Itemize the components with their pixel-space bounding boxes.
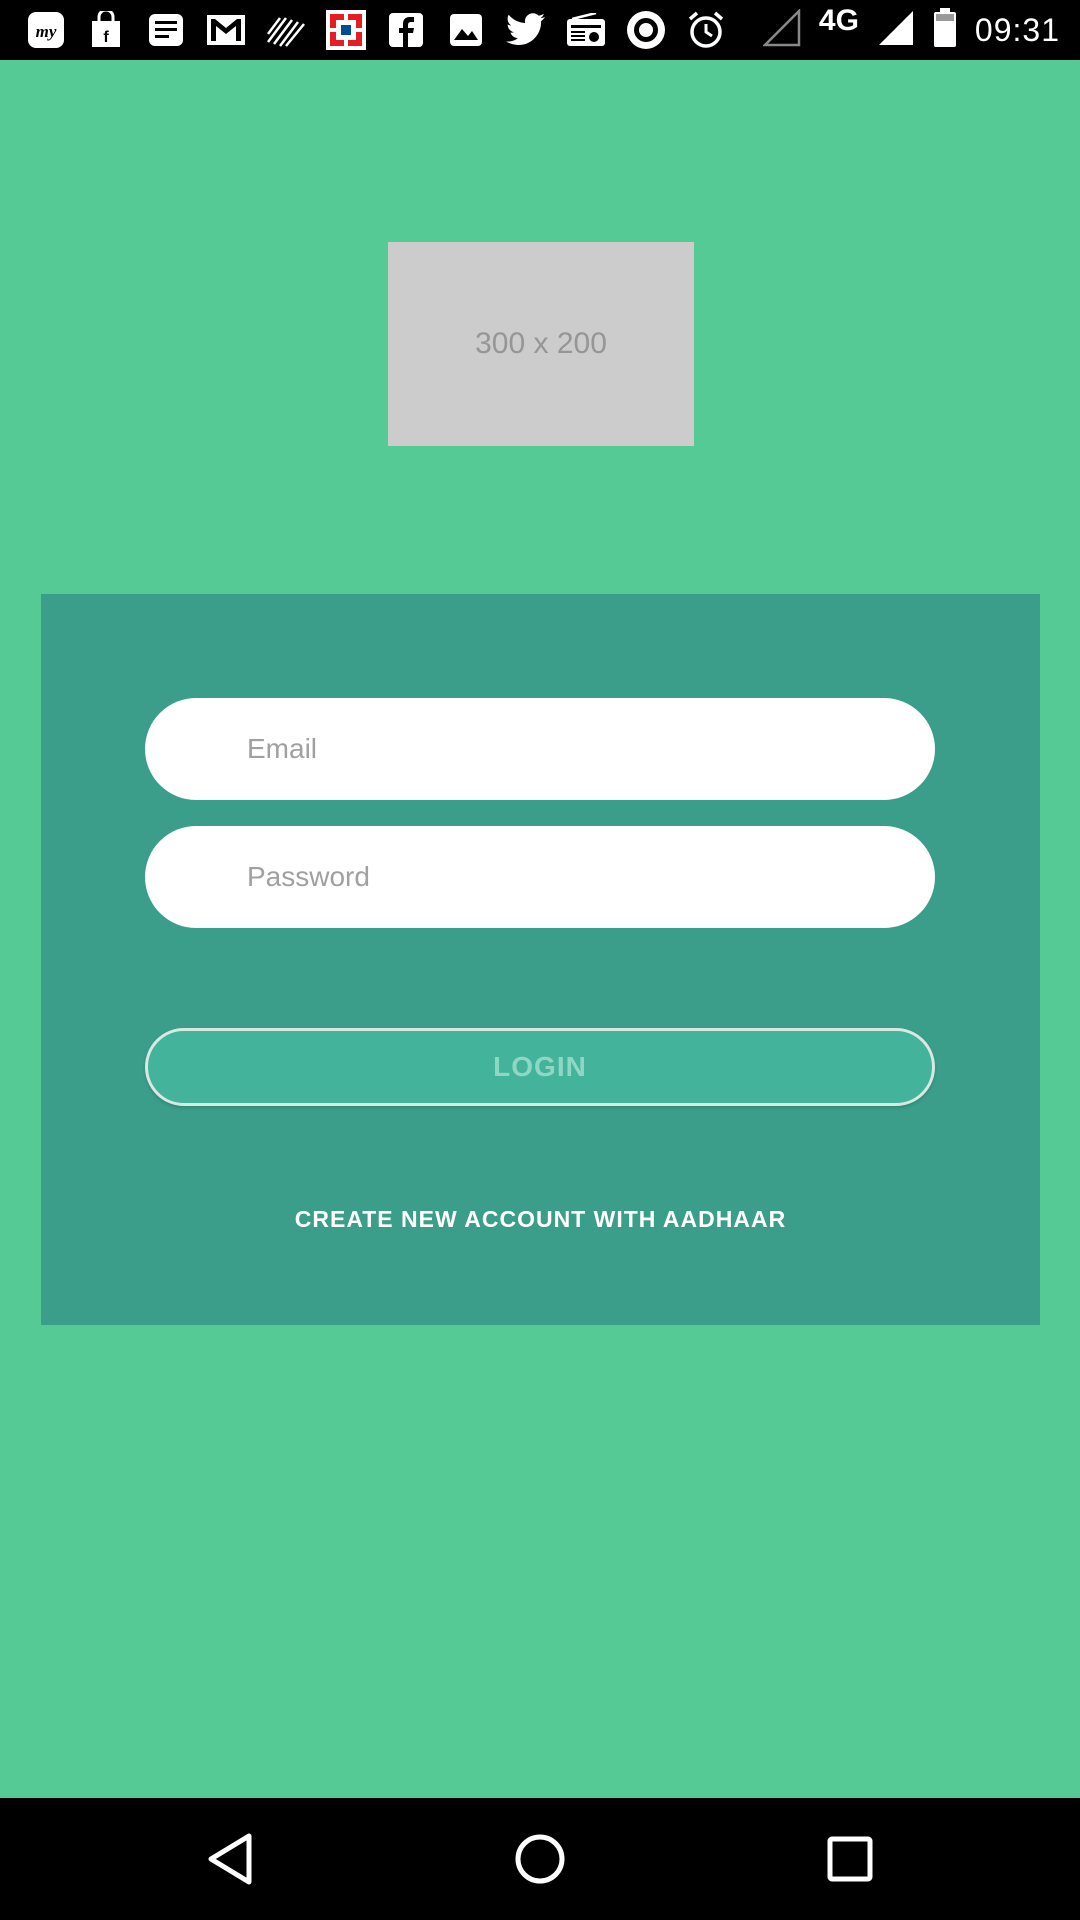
back-button[interactable] bbox=[200, 1829, 260, 1889]
navigation-bar bbox=[0, 1798, 1080, 1920]
camera-shutter-icon bbox=[626, 10, 666, 50]
myntra-icon: my bbox=[26, 10, 66, 50]
clock: 09:31 bbox=[974, 11, 1060, 48]
status-bar: my f 4G 09:31 bbox=[0, 0, 1080, 60]
hdfc-bank-icon bbox=[326, 10, 366, 50]
create-account-link[interactable]: CREATE NEW ACCOUNT WITH AADHAAR bbox=[41, 1206, 1040, 1233]
signal-empty-icon bbox=[761, 7, 801, 52]
recents-button[interactable] bbox=[820, 1829, 880, 1889]
login-button[interactable]: LOGIN bbox=[145, 1028, 935, 1106]
recents-icon bbox=[827, 1836, 873, 1882]
login-button-label: LOGIN bbox=[493, 1051, 587, 1082]
home-button[interactable] bbox=[510, 1829, 570, 1889]
home-icon bbox=[515, 1834, 565, 1884]
logo-placeholder-image: 300 x 200 bbox=[388, 242, 694, 446]
notification-icons: my f bbox=[26, 10, 726, 50]
facebook-icon bbox=[386, 10, 426, 50]
password-field[interactable] bbox=[145, 826, 935, 928]
network-type-label: 4G bbox=[818, 4, 859, 37]
radio-icon bbox=[566, 10, 606, 50]
email-input[interactable] bbox=[245, 732, 935, 766]
shopping-bag-icon: f bbox=[86, 10, 126, 50]
battery-icon bbox=[933, 7, 957, 53]
signal-full-icon bbox=[877, 9, 915, 52]
image-icon bbox=[446, 10, 486, 50]
email-field[interactable] bbox=[145, 698, 935, 800]
gmail-icon bbox=[206, 10, 246, 50]
system-icons: 4G 09:31 bbox=[761, 0, 1060, 60]
alarm-icon bbox=[686, 10, 726, 50]
svg-text:f: f bbox=[103, 29, 109, 46]
wave-icon bbox=[266, 10, 306, 50]
twitter-icon bbox=[506, 10, 546, 50]
back-icon bbox=[208, 1833, 252, 1885]
login-card: LOGIN CREATE NEW ACCOUNT WITH AADHAAR bbox=[41, 594, 1040, 1325]
logo-placeholder-text: 300 x 200 bbox=[475, 327, 607, 360]
news-icon bbox=[146, 10, 186, 50]
password-input[interactable] bbox=[245, 860, 935, 894]
svg-text:my: my bbox=[36, 22, 57, 41]
